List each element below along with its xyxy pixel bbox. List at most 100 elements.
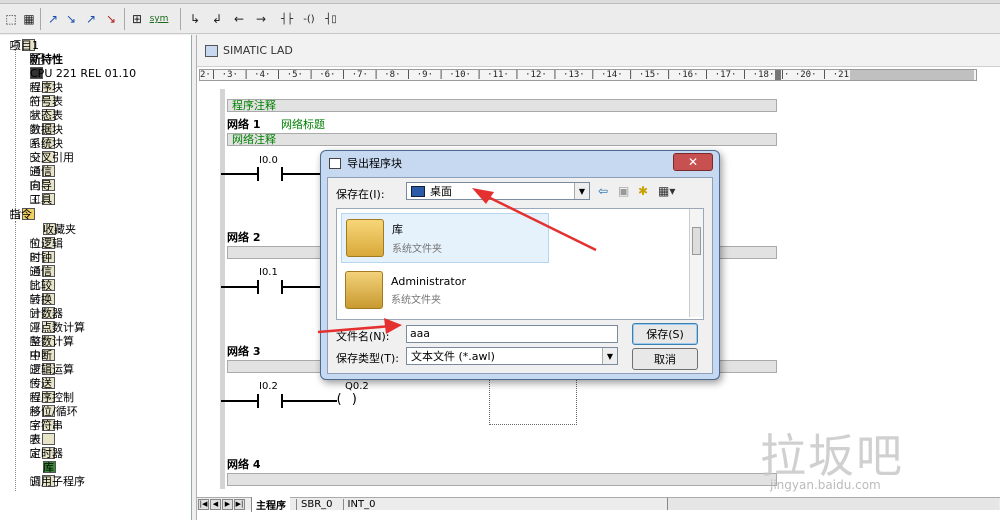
tree-item-cross-reference[interactable]: + 交叉引用 — [30, 150, 74, 164]
up-folder-icon[interactable]: ▣ — [618, 184, 629, 198]
tree-item-wizard[interactable]: + 向导 — [30, 178, 58, 192]
toolbar-grid-icon[interactable]: ⊞ — [128, 10, 146, 28]
tree-item-system-block[interactable]: + 系统块 — [30, 136, 63, 150]
chevron-down-icon[interactable]: ▼ — [602, 348, 617, 364]
tree-instr-table[interactable]: + 表 — [30, 432, 58, 446]
cancel-button[interactable]: 取消 — [632, 348, 698, 370]
list-item[interactable]: 库 系统文件夹 — [341, 213, 549, 263]
tree-instr-float-math[interactable]: + 浮点数计算 — [30, 320, 85, 334]
tree-item-status-table[interactable]: + 状态表 — [30, 108, 63, 122]
toolbar-insert-down-icon[interactable]: ↳ — [186, 10, 204, 28]
tree-root-project[interactable]: − 项目1 — [10, 38, 39, 52]
toolbar-icon-1[interactable]: ⬚ — [2, 10, 20, 28]
network-1-label[interactable]: 网络 1 — [227, 116, 260, 132]
tree-instr-convert[interactable]: + 转换 — [30, 292, 58, 306]
tree-guide-line — [15, 47, 16, 217]
filename-input[interactable]: aaa — [406, 325, 618, 343]
tree-instr-string[interactable]: + 字符串 — [30, 418, 63, 432]
filetype-select[interactable]: 文本文件 (*.awl) ▼ — [406, 347, 618, 365]
network-3-contact-address[interactable]: I0.2 — [259, 381, 278, 392]
tree-instr-library[interactable]: 库 — [43, 460, 59, 474]
tree-instr-timer[interactable]: + 定时器 — [30, 446, 63, 460]
toolbar-box-icon[interactable]: ┤▯ — [322, 10, 340, 28]
dialog-title: 导出程序块 — [347, 157, 402, 170]
network-3-label[interactable]: 网络 3 — [227, 343, 260, 359]
back-icon[interactable]: ⇦ — [598, 184, 608, 198]
network-3-wire-mid — [283, 400, 337, 402]
network-4-label[interactable]: 网络 4 — [227, 456, 260, 472]
view-menu-icon[interactable]: ▦▾ — [658, 184, 675, 198]
network-2-label[interactable]: 网络 2 — [227, 229, 260, 245]
tree-item-program-block[interactable]: + 程序块 — [30, 80, 63, 94]
export-dialog: 导出程序块 ✕ 保存在(I): 桌面 ▼ ⇦ ▣ ✱ ▦▾ 库 系统文件夹 Ad — [320, 150, 720, 380]
network-1-comment[interactable]: 网络注释 — [227, 133, 777, 146]
tree-instr-counter[interactable]: + 计数器 — [30, 306, 63, 320]
tree-root-instructions[interactable]: − 指令 — [10, 207, 38, 221]
toolbar-contact-icon[interactable]: ┤├ — [278, 10, 296, 28]
tab-first-icon[interactable]: |◀ — [198, 498, 209, 510]
tree-instr-bit-logic[interactable]: + 位逻辑 — [30, 236, 63, 250]
tab-prev-icon[interactable]: ◀ — [210, 498, 221, 510]
close-button[interactable]: ✕ — [673, 153, 713, 171]
save-button[interactable]: 保存(S) — [632, 323, 698, 345]
filename-label: 文件名(N): — [336, 330, 390, 343]
menu-strip — [0, 0, 1000, 4]
tree-instr-clock[interactable]: + 时钟 — [30, 250, 58, 264]
tree-item-communication[interactable]: + 通信 — [30, 164, 58, 178]
tree-instr-integer-math[interactable]: + 整数计算 — [30, 334, 74, 348]
tree-instr-call-subroutine[interactable]: + 调用子程序 — [30, 474, 85, 488]
tree-instr-move[interactable]: + 传送 — [30, 376, 58, 390]
horizontal-scrollbar[interactable] — [667, 498, 999, 510]
toolbar-icon-2[interactable]: ▦ — [20, 10, 38, 28]
tree-instr-favorites[interactable]: 收藏夹 — [43, 222, 76, 236]
toolbar-arrow-icon-4[interactable]: ↘ — [102, 10, 120, 28]
tree-item-data-block[interactable]: + 数据块 — [30, 122, 63, 136]
tree-item-cpu[interactable]: CPU 221 REL 01.10 — [30, 66, 136, 80]
network-2-contact-left — [257, 280, 259, 294]
ruler-right-gap — [850, 70, 974, 80]
file-name: 库 — [392, 223, 403, 236]
filetype-value: 文本文件 (*.awl) — [411, 350, 495, 363]
tree-item-new-features[interactable]: ? 新特性 — [30, 52, 63, 66]
tree-instr-communication[interactable]: + 通信 — [30, 264, 58, 278]
ruler-gap — [775, 70, 781, 80]
network-1-title[interactable]: 网络标题 — [281, 116, 325, 132]
tree-instr-program-control[interactable]: + 程序控制 — [30, 390, 74, 404]
toolbar-right-icon[interactable]: → — [252, 10, 270, 28]
network-3-coil-address[interactable]: Q0.2 — [345, 381, 369, 392]
toolbar-left-icon[interactable]: ← — [230, 10, 248, 28]
network-1-contact-address[interactable]: I0.0 — [259, 155, 278, 166]
tab-main-program[interactable]: 主程序 — [251, 496, 290, 512]
scrollbar-thumb[interactable] — [692, 227, 701, 255]
list-item[interactable]: Administrator 系统文件夹 — [341, 265, 549, 315]
tree-instr-logic-ops[interactable]: + 逻辑运算 — [30, 362, 74, 376]
toolbar-coil-icon[interactable]: -() — [300, 10, 318, 28]
tree-instr-shift-rotate[interactable]: + 移位/循环 — [30, 404, 78, 418]
network-4-comment-bar[interactable] — [227, 473, 777, 486]
tree-item-tools[interactable]: + 工具 — [30, 192, 58, 206]
file-list[interactable]: 库 系统文件夹 Administrator 系统文件夹 — [336, 208, 704, 320]
chevron-down-icon[interactable]: ▼ — [574, 183, 589, 199]
tab-int0[interactable]: INT_0 — [342, 498, 380, 510]
new-folder-icon[interactable]: ✱ — [638, 184, 648, 198]
tree-item-symbol-table[interactable]: + 符号表 — [30, 94, 63, 108]
save-in-select[interactable]: 桌面 ▼ — [406, 182, 590, 200]
column-ruler: 2·| ·3· | ·4· | ·5· | ·6· | ·7· | ·8· | … — [199, 69, 977, 81]
file-name: Administrator — [391, 274, 466, 288]
tree-instr-compare[interactable]: + 比较 — [30, 278, 58, 292]
toolbar-sym-icon[interactable]: sym — [150, 10, 169, 28]
network-2-contact-address[interactable]: I0.1 — [259, 267, 278, 278]
toolbar-arrow-icon-2[interactable]: ↘ — [62, 10, 80, 28]
toolbar-separator — [180, 8, 181, 30]
toolbar-arrow-icon-1[interactable]: ↗ — [44, 10, 62, 28]
program-comment-bar[interactable]: 程序注释 — [227, 99, 777, 112]
dialog-title-bar[interactable]: 导出程序块 — [321, 151, 719, 175]
tab-next-icon[interactable]: ▶ — [222, 498, 233, 510]
network-3-coil[interactable]: ( ) — [335, 392, 358, 407]
toolbar-insert-up-icon[interactable]: ↲ — [208, 10, 226, 28]
vertical-scrollbar[interactable] — [689, 209, 703, 317]
tab-last-icon[interactable]: ▶| — [234, 498, 245, 510]
tree-instr-interrupt[interactable]: + 中断 — [30, 348, 58, 362]
toolbar-arrow-icon-3[interactable]: ↗ — [82, 10, 100, 28]
tab-sbr0[interactable]: SBR_0 — [296, 498, 337, 510]
